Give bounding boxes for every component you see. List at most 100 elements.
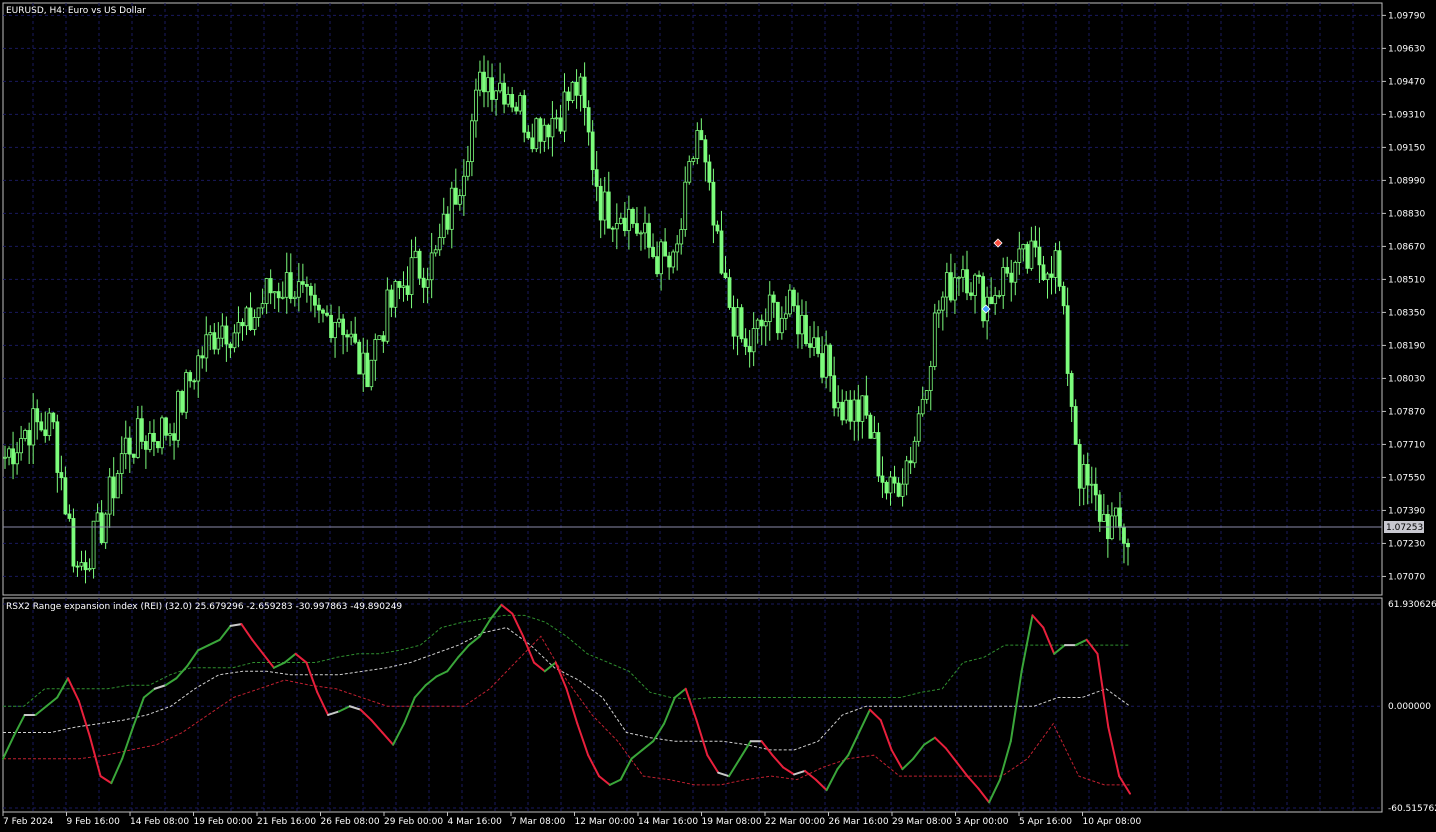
time-axis-label: 7 Mar 08:00 [511, 817, 566, 827]
candle-body [1021, 244, 1026, 250]
candle-body [792, 289, 796, 307]
candle-body [474, 89, 478, 122]
candle-body [586, 107, 591, 133]
candle-body [864, 395, 869, 416]
candle-body [317, 304, 321, 311]
candle-body [123, 437, 128, 455]
candle-body [164, 417, 168, 436]
candle-body [39, 421, 44, 431]
candle-body [526, 131, 531, 139]
candle-body [445, 213, 450, 230]
candle-body [47, 412, 52, 437]
candle-body [51, 412, 56, 423]
candle-body [349, 333, 354, 338]
candle-body [3, 456, 7, 459]
candle-body [562, 91, 567, 132]
candle-body [631, 208, 635, 224]
price-axis-label: 1.08190 [1388, 341, 1425, 351]
candle-body [264, 278, 269, 304]
candle-body [79, 562, 84, 567]
candle-body [1049, 273, 1054, 278]
candle-body [184, 372, 189, 413]
time-axis-label: 9 Feb 16:00 [67, 817, 121, 827]
candle-body [365, 352, 370, 388]
candle-body [43, 429, 48, 437]
price-axis-label: 1.08670 [1388, 242, 1425, 252]
candle-body [570, 81, 575, 101]
candle-body [381, 335, 386, 342]
candle-body [683, 181, 688, 230]
candle-body [538, 118, 543, 142]
candle-body [932, 312, 937, 367]
trading-chart[interactable]: EURUSD, H4: Euro vs US Dollar 1.09790 1.0… [0, 0, 1436, 832]
candle-body [920, 398, 925, 415]
candle-body [936, 309, 941, 314]
price-axis-label: 1.07870 [1388, 407, 1425, 417]
candle-body [602, 191, 607, 221]
candle-body [361, 352, 366, 375]
candle-body [800, 314, 804, 335]
candle-body [461, 175, 466, 197]
candle-body [993, 295, 998, 305]
candle-body [1093, 483, 1098, 496]
candle-body [969, 292, 973, 296]
indicator-axis-label: 61.930626 [1388, 600, 1436, 610]
candle-body [292, 296, 297, 299]
candle-body [1013, 262, 1018, 283]
candle-body [1085, 464, 1090, 486]
candle-body [948, 272, 953, 301]
candle-body [663, 241, 668, 257]
price-axis-label: 1.08990 [1388, 176, 1425, 186]
candle-body [1105, 513, 1110, 540]
candle-body [441, 213, 446, 238]
candle-body [981, 276, 985, 322]
candle-body [574, 81, 579, 96]
candle-body [828, 344, 833, 377]
candle-body [465, 161, 470, 177]
candle-body [965, 269, 969, 294]
candle-body [232, 332, 237, 349]
candle-body [643, 222, 647, 234]
candle-body [240, 322, 245, 327]
candle-body [401, 285, 406, 288]
candle-body [160, 417, 164, 449]
candle-body [313, 294, 317, 306]
candle-body [582, 76, 587, 109]
candle-body [248, 307, 253, 330]
candle-body [687, 161, 692, 183]
candle-body [1001, 267, 1006, 296]
candle-body [1037, 246, 1042, 266]
candle-body [626, 208, 631, 232]
candle-body [671, 251, 676, 268]
candle-body [1041, 264, 1046, 281]
candle-body [325, 312, 329, 316]
candle-body [518, 95, 523, 112]
candle-body [204, 334, 209, 359]
candle-body [405, 285, 410, 295]
candle-body [236, 322, 241, 334]
candle-body [916, 413, 921, 442]
candle-body [296, 281, 301, 298]
candle-body [188, 372, 193, 382]
time-axis-label: 19 Feb 00:00 [194, 817, 253, 827]
time-axis-label: 19 Mar 08:00 [702, 817, 762, 827]
time-axis-label: 4 Mar 16:00 [448, 817, 503, 827]
candle-body [397, 281, 402, 288]
candle-body [876, 432, 881, 477]
price-axis-label: 1.08350 [1388, 308, 1425, 318]
candle-body [1017, 248, 1022, 263]
candle-body [321, 309, 325, 314]
candle-body [91, 520, 96, 569]
candle-body [908, 460, 913, 464]
candle-body [1045, 273, 1050, 281]
candle-body [457, 195, 462, 205]
candle-body [940, 296, 945, 311]
candle-body [83, 562, 88, 571]
time-axis-label: 3 Apr 00:00 [956, 817, 1009, 827]
candle-body [172, 433, 176, 441]
candle-body [192, 380, 197, 383]
candle-body [695, 130, 700, 159]
candle-body [510, 94, 515, 108]
symbol-header: EURUSD, H4: Euro vs US Dollar [6, 6, 146, 16]
candle-body [168, 433, 172, 436]
